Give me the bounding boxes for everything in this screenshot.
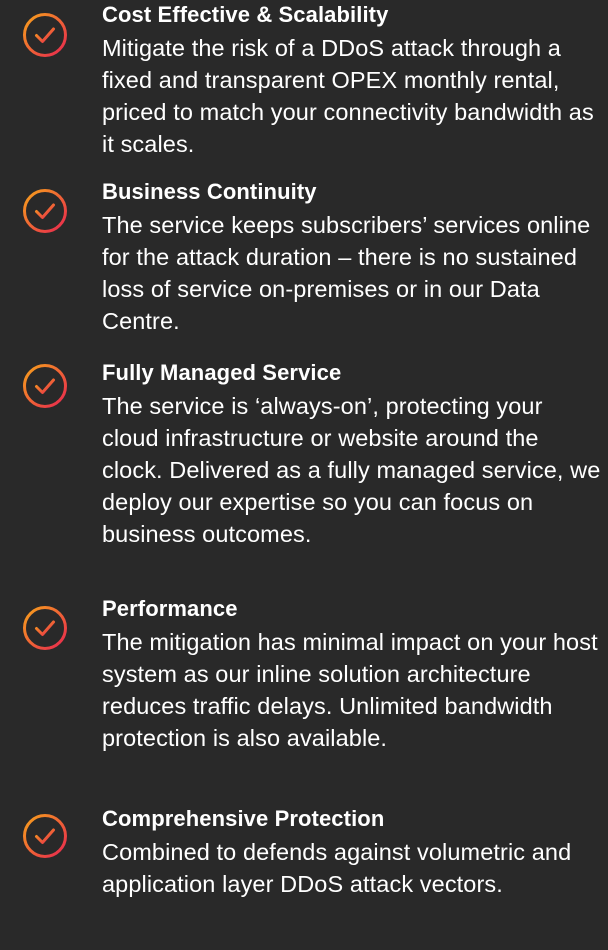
feature-title: Fully Managed Service [102,360,342,385]
check-circle-icon [22,813,68,859]
feature-title: Cost Effective & Scalability [102,2,389,27]
feature-title: Business Continuity [102,179,317,204]
feature-title: Comprehensive Protection [102,806,385,831]
feature-description: The service keeps subscribers’ services … [102,212,591,334]
check-circle-icon [22,188,68,234]
check-circle-icon [22,12,68,58]
feature-description: The mitigation has minimal impact on you… [102,629,598,751]
feature-description: The service is ‘always-on’, protecting y… [102,393,601,547]
feature-description: Combined to defends against volumetric a… [102,839,572,897]
check-circle-icon [22,363,68,409]
feature-title: Performance [102,596,238,621]
feature-description: Mitigate the risk of a DDoS attack throu… [102,35,594,157]
check-circle-icon [22,605,68,651]
